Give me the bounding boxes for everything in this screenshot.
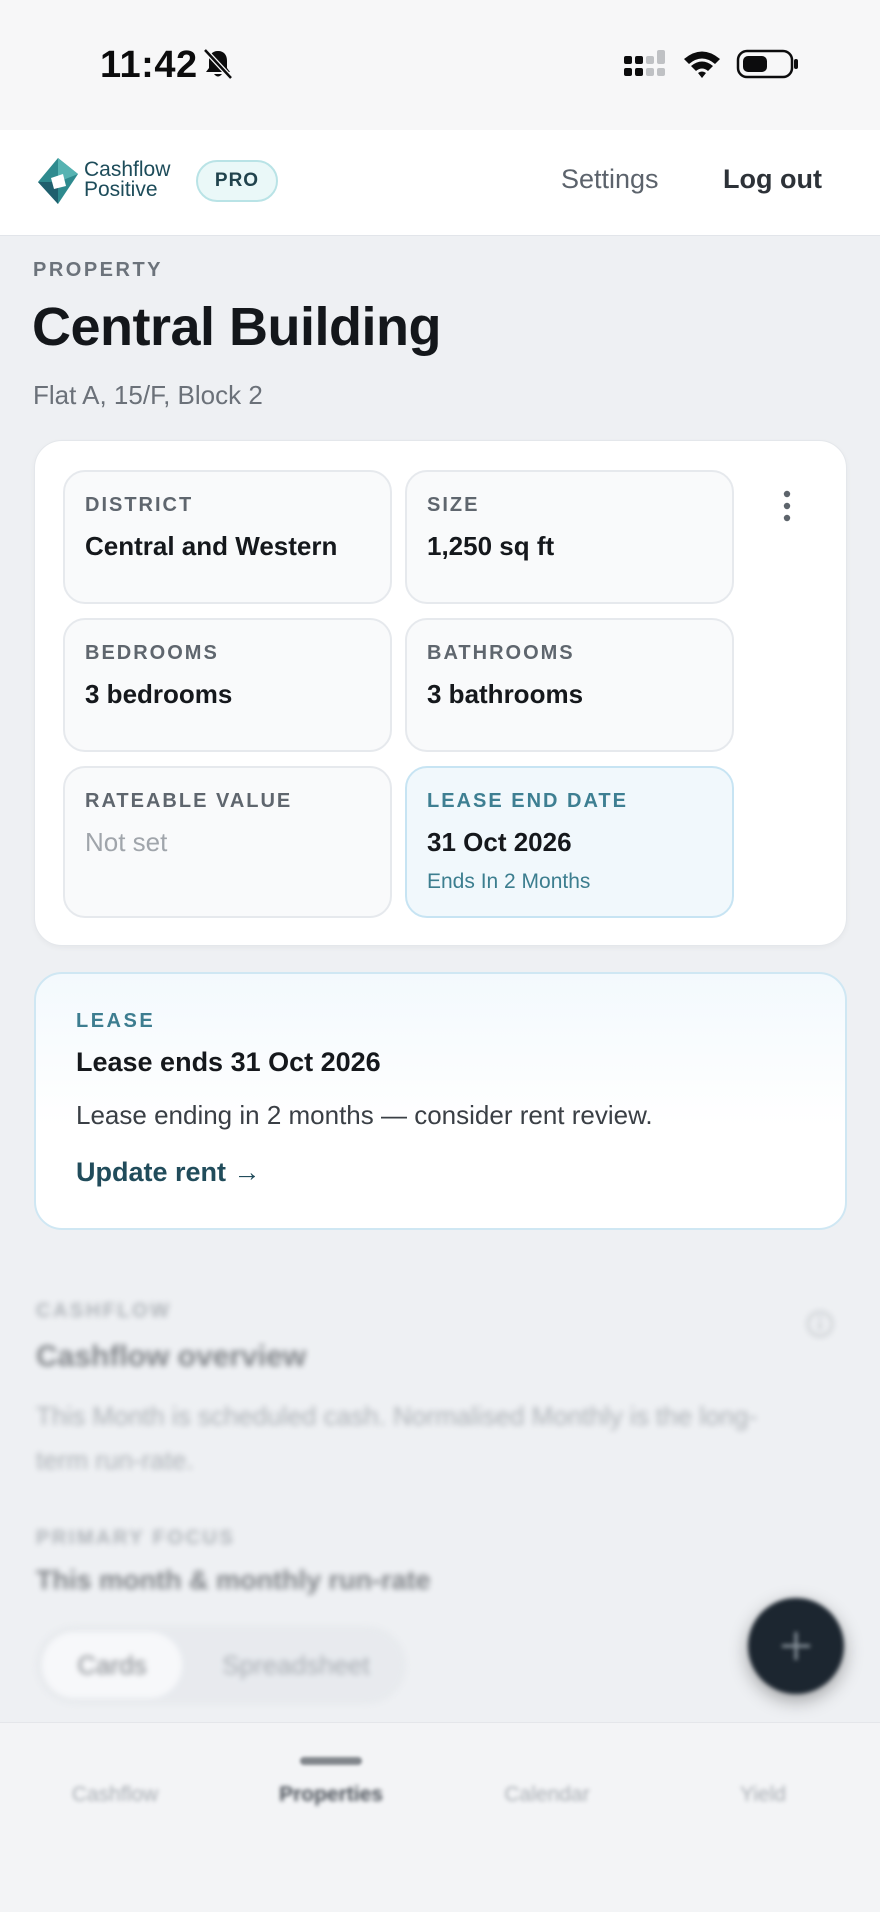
tab-properties[interactable]: Properties <box>246 1783 416 1807</box>
active-tab-indicator <box>300 1757 362 1765</box>
page-title: Central Building <box>32 297 442 357</box>
tab-yield[interactable]: Yield <box>678 1783 848 1807</box>
lease-eyebrow: LEASE <box>76 1010 156 1032</box>
logo-wordmark[interactable]: Cashflow Positive <box>84 158 171 201</box>
property-address: Flat A, 15/F, Block 2 <box>33 380 263 410</box>
update-rent-link[interactable]: Update rent → <box>76 1157 261 1188</box>
view-tab-spreadsheet[interactable]: Spreadsheet <box>196 1632 396 1698</box>
tab-cashflow[interactable]: Cashflow <box>30 1783 200 1807</box>
detail-value: 1,250 sq ft <box>427 531 555 561</box>
more-options-icon[interactable] <box>770 486 804 526</box>
plus-icon <box>782 1632 810 1660</box>
detail-label: BEDROOMS <box>85 642 219 664</box>
view-tab-cards[interactable]: Cards <box>42 1632 182 1698</box>
bell-slash-icon <box>203 48 233 80</box>
bottom-tab-bar: Cashflow Properties Calendar Yield <box>0 1722 880 1912</box>
detail-label: DISTRICT <box>85 494 194 516</box>
lease-alert-card: LEASE Lease ends 31 Oct 2026 Lease endin… <box>34 972 847 1230</box>
cashflow-title: Cashflow overview <box>36 1340 307 1373</box>
cashflow-eyebrow: CASHFLOW <box>36 1300 172 1322</box>
logo-line-1: Cashflow <box>84 158 171 181</box>
battery-icon <box>736 49 798 79</box>
detail-label: LEASE END DATE <box>427 790 628 812</box>
logo-icon <box>38 158 78 204</box>
cashflow-description: This Month is scheduled cash. Normalised… <box>36 1401 758 1475</box>
pro-badge: PRO <box>196 160 278 202</box>
lease-description: Lease ending in 2 months — consider rent… <box>76 1100 653 1130</box>
info-icon[interactable] <box>805 1309 835 1339</box>
status-time: 11:42 <box>100 44 198 86</box>
tab-calendar[interactable]: Calendar <box>462 1783 632 1807</box>
detail-label: RATEABLE VALUE <box>85 790 293 812</box>
primary-focus-eyebrow: PRIMARY FOCUS <box>36 1527 236 1549</box>
detail-value: Central and Western <box>85 531 338 561</box>
property-eyebrow: PROPERTY <box>33 259 164 281</box>
detail-tile-bathrooms: BATHROOMS 3 bathrooms <box>405 618 734 752</box>
primary-focus-value: This month & monthly run-rate <box>36 1565 431 1595</box>
settings-link[interactable]: Settings <box>561 164 659 195</box>
detail-tile-size: SIZE 1,250 sq ft <box>405 470 734 604</box>
view-toggle: Cards Spreadsheet <box>36 1626 406 1704</box>
detail-value: 3 bathrooms <box>427 679 584 709</box>
lease-countdown: Ends In 2 Months <box>427 870 591 893</box>
detail-value: 31 Oct 2026 <box>427 827 572 857</box>
cellular-signal-icon <box>624 50 665 76</box>
detail-value: 3 bedrooms <box>85 679 233 709</box>
detail-tile-bedrooms: BEDROOMS 3 bedrooms <box>63 618 392 752</box>
detail-tile-district: DISTRICT Central and Western <box>63 470 392 604</box>
wifi-icon <box>684 51 720 78</box>
detail-label: SIZE <box>427 494 480 516</box>
app-header: Cashflow Positive PRO Settings Log out <box>0 130 880 236</box>
detail-label: BATHROOMS <box>427 642 575 664</box>
detail-tile-lease-end-date[interactable]: LEASE END DATE 31 Oct 2026 Ends In 2 Mon… <box>405 766 734 918</box>
logo-line-2: Positive <box>84 178 158 201</box>
lease-title: Lease ends 31 Oct 2026 <box>76 1047 381 1077</box>
status-bar: 11:42 <box>0 0 880 130</box>
detail-value: Not set <box>85 827 168 857</box>
add-button[interactable] <box>748 1598 844 1694</box>
detail-tile-rateable-value: RATEABLE VALUE Not set <box>63 766 392 918</box>
logout-link[interactable]: Log out <box>723 164 822 195</box>
